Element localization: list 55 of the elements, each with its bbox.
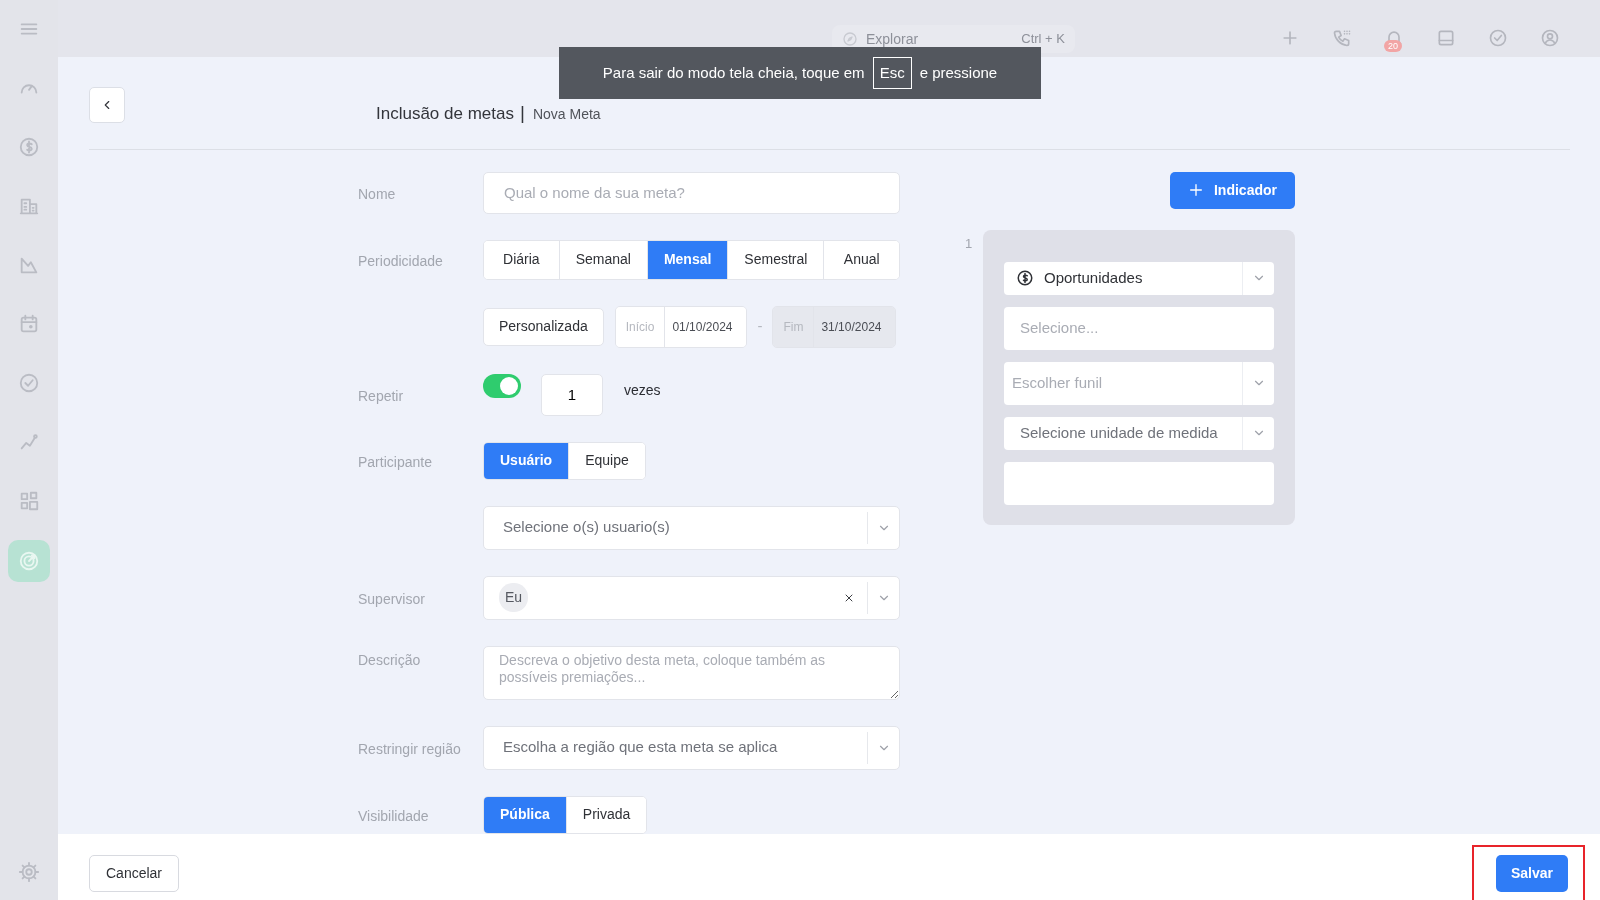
target-value-field[interactable]: [1004, 461, 1274, 505]
notice-text: e pressione: [919, 62, 998, 83]
field-label: Supervisor: [358, 590, 426, 609]
dollar-icon: [18, 136, 40, 158]
widgets-icon: [18, 490, 40, 512]
custom-period-button[interactable]: Personalizada: [483, 307, 604, 346]
segment-option[interactable]: Equipe: [568, 442, 645, 479]
segment-option[interactable]: Usuário: [484, 442, 569, 479]
unit-text: vezes: [624, 380, 661, 400]
users-select[interactable]: Selecione o(s) usuario(s): [483, 505, 900, 550]
dollar-icon: [1016, 269, 1034, 287]
sidebar-item[interactable]: [8, 540, 50, 582]
toggle-switch[interactable]: [483, 373, 521, 398]
compass-icon: [842, 31, 858, 47]
supervisor-select[interactable]: Eu: [483, 575, 900, 620]
field-label: Repetir: [358, 387, 405, 406]
shortcut-hint: Ctrl + K: [1021, 30, 1065, 49]
cancel-button[interactable]: Cancelar: [89, 854, 180, 892]
phone-icon[interactable]: [1332, 28, 1352, 48]
user-chip: Eu: [499, 583, 528, 612]
back-button[interactable]: [89, 87, 125, 124]
notice-text: Para sair do modo tela cheia, toque em: [602, 62, 865, 83]
user-icon[interactable]: [1540, 28, 1560, 48]
plus-icon: [1188, 182, 1204, 198]
segment-option[interactable]: Mensal: [646, 240, 728, 279]
count-field[interactable]: 1: [541, 373, 603, 416]
description-field[interactable]: Descreva o objetivo desta meta, coloque também as possíveis premiações...: [483, 645, 900, 700]
notification-badge: 20: [1384, 40, 1402, 52]
title-separator: |: [519, 101, 525, 125]
add-indicator-button[interactable]: Indicador: [1170, 171, 1295, 209]
field-label: Restringir região: [358, 740, 462, 759]
page-title: Inclusão de metas: [376, 102, 514, 125]
tray-icon[interactable]: [1436, 28, 1456, 48]
segment-option[interactable]: Privada: [565, 796, 647, 833]
indicator-number: 1: [965, 234, 974, 253]
check-circle-icon[interactable]: [1488, 28, 1508, 48]
page-subtitle: Nova Meta: [532, 104, 601, 124]
field-label: Visibilidade: [358, 807, 430, 826]
save-button[interactable]: Salvar: [1496, 854, 1568, 892]
settings-icon: [18, 861, 40, 883]
segment-option[interactable]: Anual: [823, 240, 899, 279]
field-label: Nome: [358, 185, 397, 204]
region-select[interactable]: Escolha a região que esta meta se aplica: [483, 725, 900, 770]
range-separator: -: [757, 316, 763, 337]
field-label: Periodicidade: [358, 252, 444, 271]
calendar-icon: [18, 313, 40, 335]
field-label: Descrição: [358, 650, 422, 670]
check-circle-icon: [18, 372, 40, 394]
key-label: Esc: [872, 57, 912, 89]
field-label: Participante: [358, 453, 433, 472]
name-field[interactable]: Qual o nome da sua meta?: [483, 171, 900, 214]
unit-select[interactable]: Selecione unidade de medida: [1004, 416, 1274, 450]
indicator-type-select[interactable]: Oportunidades: [1004, 261, 1274, 295]
segment-option[interactable]: Pública: [484, 796, 566, 833]
target-icon: [18, 550, 40, 572]
